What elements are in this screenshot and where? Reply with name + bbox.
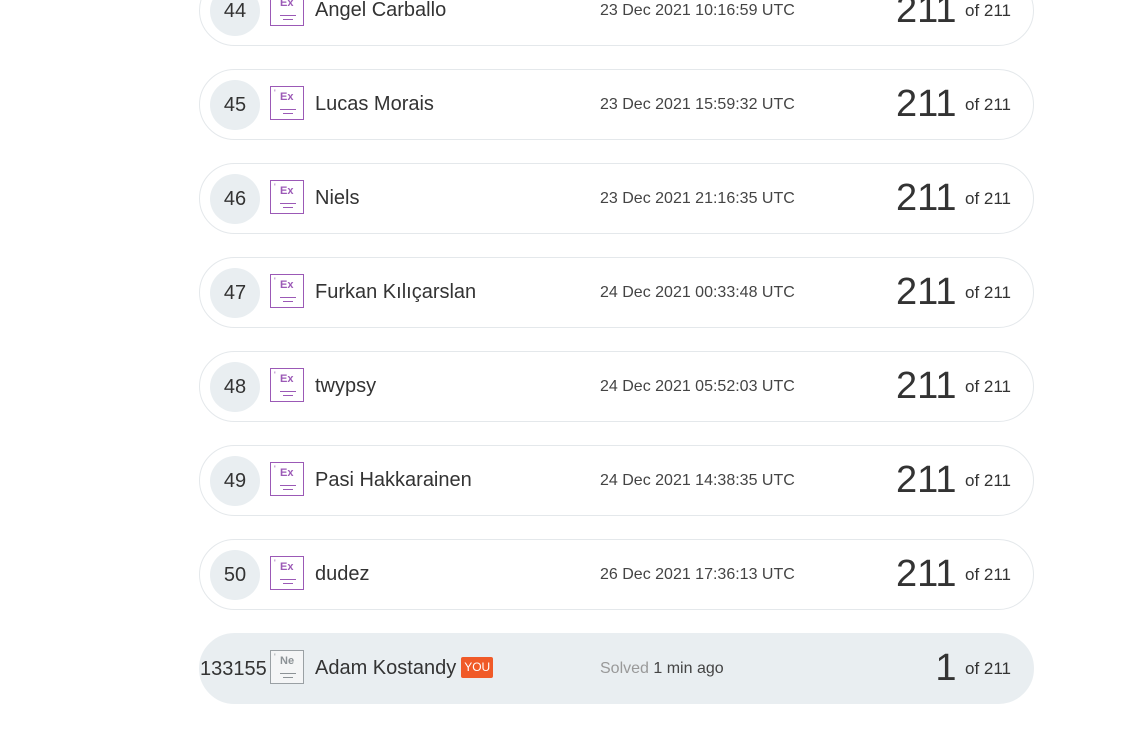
score: 1 of 211 (935, 634, 1011, 703)
score-value: 211 (895, 459, 957, 501)
expert-element-badge-icon: ' Ex (270, 556, 304, 590)
player-name-text: Adam Kostandy (315, 657, 457, 679)
score-value: 211 (895, 83, 957, 125)
solve-timestamp: 23 Dec 2021 21:16:35 UTC (600, 190, 795, 207)
leaderboard-row[interactable]: 49 ' Ex Pasi Hakkarainen 24 Dec 2021 14:… (199, 445, 1034, 516)
expert-element-badge-icon: ' Ex (270, 180, 304, 214)
score-value: 211 (895, 365, 957, 407)
score-total: of 211 (964, 189, 1011, 208)
solve-timestamp: Solved 1 min ago (600, 634, 724, 703)
solved-label: Solved (600, 660, 649, 677)
rank-number: 48 (210, 362, 260, 412)
newbie-element-badge-icon: ' Ne (270, 650, 304, 684)
player-name[interactable]: Niels (315, 164, 359, 233)
score: 211 of 211 (896, 258, 1011, 327)
rank-number: 45 (210, 80, 260, 130)
rank-number: 49 (210, 456, 260, 506)
leaderboard-row[interactable]: 48 ' Ex twypsy 24 Dec 2021 05:52:03 UTC … (199, 351, 1034, 422)
score-total: of 211 (964, 471, 1011, 490)
player-name[interactable]: Pasi Hakkarainen (315, 446, 472, 515)
player-name[interactable]: dudez (315, 540, 370, 609)
you-badge: YOU (461, 657, 494, 678)
player-name[interactable]: twypsy (315, 352, 376, 421)
score: 211 of 211 (896, 446, 1011, 515)
player-name[interactable]: Angel Carballo (315, 0, 446, 45)
score-total: of 211 (964, 659, 1011, 678)
leaderboard-row[interactable]: 47 ' Ex Furkan Kılıçarslan 24 Dec 2021 0… (199, 257, 1034, 328)
leaderboard: 44 ' Ex Angel Carballo 23 Dec 2021 10:16… (0, 0, 1135, 742)
score-total: of 211 (964, 377, 1011, 396)
player-name[interactable]: Lucas Morais (315, 70, 434, 139)
leaderboard-row[interactable]: 45 ' Ex Lucas Morais 23 Dec 2021 15:59:3… (199, 69, 1034, 140)
solve-timestamp: 24 Dec 2021 05:52:03 UTC (600, 378, 795, 395)
rank-number: 44 (210, 0, 260, 36)
current-user-row[interactable]: 133155 ' Ne Adam Kostandy YOU Solved 1 mi… (199, 633, 1034, 704)
score-value: 211 (895, 553, 957, 595)
solve-timestamp: 24 Dec 2021 00:33:48 UTC (600, 284, 795, 301)
score-value: 211 (895, 0, 957, 31)
score-value: 211 (895, 271, 957, 313)
score-total: of 211 (964, 1, 1011, 20)
score: 211 of 211 (896, 352, 1011, 421)
expert-element-badge-icon: ' Ex (270, 462, 304, 496)
expert-element-badge-icon: ' Ex (270, 368, 304, 402)
score-total: of 211 (964, 565, 1011, 584)
score-total: of 211 (964, 283, 1011, 302)
score: 211 of 211 (896, 70, 1011, 139)
player-name[interactable]: Adam Kostandy YOU (315, 634, 494, 703)
solve-timestamp: 23 Dec 2021 10:16:59 UTC (600, 2, 795, 19)
rank-number: 47 (210, 268, 260, 318)
score: 211 of 211 (896, 0, 1011, 45)
solve-timestamp: 26 Dec 2021 17:36:13 UTC (600, 566, 795, 583)
score-total: of 211 (964, 95, 1011, 114)
leaderboard-row[interactable]: 44 ' Ex Angel Carballo 23 Dec 2021 10:16… (199, 0, 1034, 46)
score-value: 1 (935, 647, 957, 689)
leaderboard-row[interactable]: 46 ' Ex Niels 23 Dec 2021 21:16:35 UTC 2… (199, 163, 1034, 234)
solve-timestamp: 24 Dec 2021 14:38:35 UTC (600, 472, 795, 489)
rank-number: 133155 (200, 658, 267, 680)
solved-ago: 1 min ago (653, 660, 724, 677)
rank-number: 46 (210, 174, 260, 224)
score-value: 211 (895, 177, 957, 219)
expert-element-badge-icon: ' Ex (270, 274, 304, 308)
score: 211 of 211 (896, 540, 1011, 609)
score: 211 of 211 (896, 164, 1011, 233)
rank-number: 50 (210, 550, 260, 600)
expert-element-badge-icon: ' Ex (270, 86, 304, 120)
player-name[interactable]: Furkan Kılıçarslan (315, 258, 476, 327)
expert-element-badge-icon: ' Ex (270, 0, 304, 26)
leaderboard-row[interactable]: 50 ' Ex dudez 26 Dec 2021 17:36:13 UTC 2… (199, 539, 1034, 610)
solve-timestamp: 23 Dec 2021 15:59:32 UTC (600, 96, 795, 113)
